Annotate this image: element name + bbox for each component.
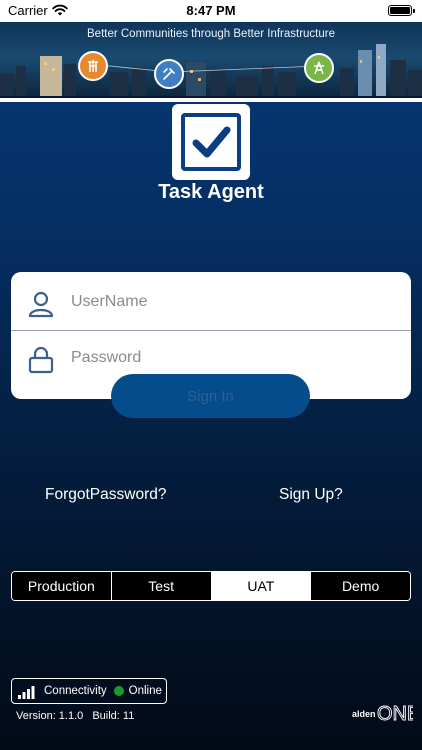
sign-up-link[interactable]: Sign Up? — [279, 486, 343, 504]
lock-icon — [28, 346, 54, 374]
version-label: Version: 1.1.0 — [16, 710, 84, 722]
connectivity-label: Connectivity — [44, 685, 107, 697]
header-banner: Better Communities through Better Infras… — [0, 22, 422, 102]
battery-icon — [388, 5, 415, 16]
sign-in-button[interactable]: Sign In — [111, 374, 310, 418]
banner-divider — [0, 98, 422, 102]
password-input[interactable] — [71, 343, 391, 373]
tab-production[interactable]: Production — [12, 572, 112, 600]
transmission-tower-icon — [304, 53, 334, 83]
connectivity-status: Connectivity Online — [11, 678, 167, 704]
checkbox-icon — [181, 113, 241, 171]
svg-text:ONE: ONE — [377, 703, 413, 724]
username-row — [11, 275, 411, 331]
build-label: Build: 11 — [92, 710, 135, 722]
version-info: Version: 1.1.0 Build: 11 — [16, 710, 140, 722]
app-logo — [172, 104, 250, 180]
tab-test[interactable]: Test — [111, 572, 212, 600]
svg-text:alden: alden — [352, 709, 376, 719]
user-icon — [28, 291, 54, 318]
city-skyline-image — [0, 44, 422, 102]
alden-one-logo: alden ONE — [352, 703, 413, 724]
online-status-dot — [113, 686, 124, 696]
signal-strength-icon — [18, 685, 35, 699]
status-bar: Carrier 8:47 PM — [0, 0, 422, 22]
environment-selector: Production Test UAT Demo — [11, 571, 411, 601]
forgot-password-link[interactable]: ForgotPassword? — [45, 486, 166, 504]
online-status-label: Online — [128, 685, 162, 697]
tab-demo[interactable]: Demo — [311, 572, 410, 600]
app-title: Task Agent — [158, 181, 264, 203]
tab-uat[interactable]: UAT — [211, 572, 312, 600]
clock: 8:47 PM — [186, 3, 236, 18]
tools-icon — [154, 59, 184, 89]
username-input[interactable] — [71, 287, 391, 317]
banner-tagline: Better Communities through Better Infras… — [87, 28, 335, 40]
utility-tower-icon — [78, 51, 108, 81]
